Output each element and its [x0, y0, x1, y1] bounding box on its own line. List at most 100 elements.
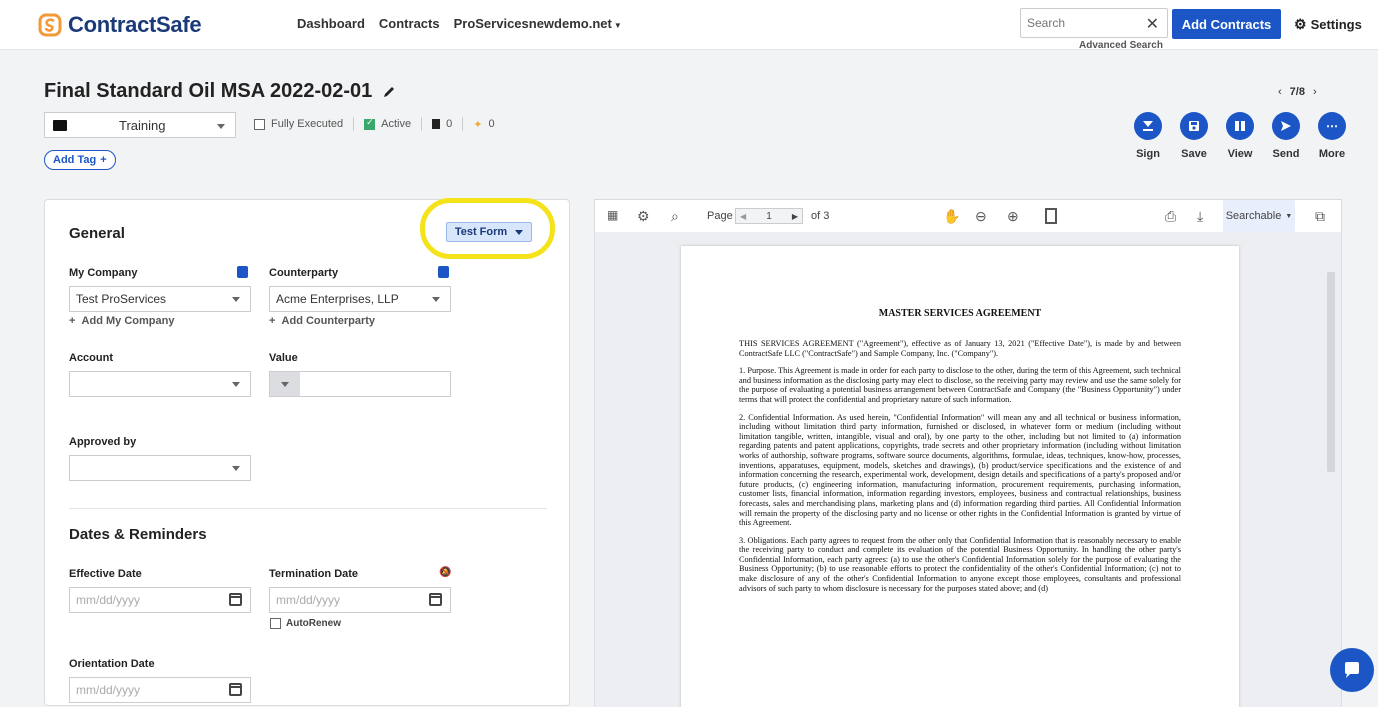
orientation-date-input[interactable]: mm/dd/yyyy [69, 677, 251, 703]
viewer-toolbar: ▦ ⚙ ⌕ Page ◀ 1 ▶ of 3 ✋ ⊖ ⊕ ⎙ ⤓ Searchab… [595, 200, 1341, 232]
nav-account-dropdown[interactable]: ProServicesnewdemo.net ▼ [454, 16, 622, 31]
calendar-icon[interactable] [429, 593, 442, 606]
page-total: of 3 [811, 210, 830, 222]
save-label: Save [1181, 148, 1207, 160]
account-label: Account [69, 352, 113, 364]
add-tag-label: Add Tag [53, 154, 97, 166]
currency-select[interactable] [270, 372, 300, 396]
chevron-down-icon: ▼ [1285, 212, 1293, 220]
document-canvas[interactable]: MASTER SERVICES AGREEMENT THIS SERVICES … [595, 232, 1341, 707]
folder-select[interactable]: Training [44, 112, 236, 138]
document-intro: THIS SERVICES AGREEMENT ("Agreement"), e… [739, 339, 1181, 358]
add-my-company-link[interactable]: + Add My Company [69, 315, 174, 327]
document-viewer: ▦ ⚙ ⌕ Page ◀ 1 ▶ of 3 ✋ ⊖ ⊕ ⎙ ⤓ Searchab… [594, 199, 1342, 707]
settings-label: Settings [1310, 17, 1362, 32]
pencil-icon[interactable] [382, 85, 396, 99]
chevron-down-icon [232, 466, 240, 471]
calendar-icon[interactable] [229, 683, 242, 696]
chevron-down-icon [281, 382, 289, 387]
zoom-in-icon[interactable]: ⊕ [1007, 208, 1019, 225]
counterparty-select[interactable]: Acme Enterprises, LLP [269, 286, 451, 312]
add-counterparty-label: Add Counterparty [281, 315, 376, 327]
document-page: MASTER SERVICES AGREEMENT THIS SERVICES … [681, 246, 1239, 707]
thumbnails-icon[interactable]: ▦ [607, 208, 618, 222]
contractsafe-logo[interactable]: ContractSafe [38, 10, 202, 40]
autorenew-checkbox[interactable] [270, 618, 281, 629]
send-label: Send [1272, 148, 1300, 160]
prev-contract-icon[interactable]: ‹ [1278, 86, 1282, 98]
termination-date-input[interactable]: mm/dd/yyyy [269, 587, 451, 613]
search-icon[interactable]: ⌕ [671, 208, 679, 225]
effective-date-input[interactable]: mm/dd/yyyy [69, 587, 251, 613]
print-icon[interactable]: ⎙ [1165, 208, 1176, 225]
pins-count: 0 [488, 118, 495, 130]
plus-icon: + [100, 154, 107, 166]
gear-icon[interactable]: ⚙ [637, 208, 650, 225]
more-button[interactable]: ⋯ More [1316, 112, 1348, 160]
download-icon[interactable]: ⤓ [1197, 208, 1203, 225]
more-label: More [1318, 148, 1346, 160]
zoom-out-icon[interactable]: ⊖ [975, 208, 987, 225]
autorenew-label: AutoRenew [286, 618, 341, 629]
value-field[interactable] [269, 371, 451, 397]
contract-form-panel: General My Company Test ProServices + Ad… [44, 199, 570, 706]
page-current-input[interactable]: 1 [766, 211, 772, 222]
fully-executed-checkbox[interactable] [254, 118, 265, 130]
contract-pager: ‹ 7/8 › [1278, 86, 1317, 98]
sign-label: Sign [1136, 148, 1160, 160]
advanced-search-link[interactable]: Advanced Search [1079, 40, 1163, 51]
divider [421, 117, 423, 131]
document-title: MASTER SERVICES AGREEMENT [878, 308, 1042, 319]
search-input[interactable] [1021, 9, 1131, 37]
settings-button[interactable]: ⚙ Settings [1294, 16, 1362, 33]
top-bar: ContractSafe Dashboard Contracts ProServ… [0, 0, 1378, 51]
approved-by-label: Approved by [69, 436, 137, 448]
folder-icon [53, 119, 67, 131]
pan-hand-icon[interactable]: ✋ [943, 208, 960, 225]
pager-count: 7/8 [1289, 86, 1305, 98]
contact-card-icon[interactable] [438, 266, 449, 278]
yellow-highlight-annotation [420, 198, 555, 259]
next-page-icon[interactable]: ▶ [792, 212, 798, 221]
close-icon[interactable]: ✕ [1146, 14, 1159, 34]
fit-page-icon[interactable] [1045, 208, 1057, 224]
document-paragraph-3: 3. Obligations. Each party agrees to req… [739, 535, 1181, 593]
account-select[interactable] [69, 371, 251, 397]
contact-card-icon[interactable] [237, 266, 248, 278]
termination-date-label: Termination Date [269, 568, 359, 580]
sign-button[interactable]: Sign [1132, 112, 1164, 160]
active-label: Active [381, 118, 412, 130]
page-navigator: ◀ 1 ▶ [735, 208, 803, 224]
my-company-value: Test ProServices [76, 292, 167, 306]
page-label: Page [707, 210, 733, 222]
chevron-down-icon [432, 297, 440, 302]
contract-title: Final Standard Oil MSA 2022-02-01 [44, 80, 373, 102]
searchable-mode-select[interactable]: Searchable ▼ [1223, 200, 1295, 232]
my-company-select[interactable]: Test ProServices [69, 286, 251, 312]
viewer-scrollbar[interactable] [1327, 272, 1335, 472]
dates-reminders-heading: Dates & Reminders [69, 526, 207, 543]
prev-page-icon[interactable]: ◀ [740, 212, 746, 221]
add-contracts-button[interactable]: Add Contracts [1172, 9, 1281, 39]
my-company-label: My Company [69, 267, 138, 279]
gear-icon: ⚙ [1294, 16, 1307, 32]
approved-by-select[interactable] [69, 455, 251, 481]
next-contract-icon[interactable]: › [1313, 86, 1317, 98]
logo-icon [38, 13, 62, 37]
contract-status-row: Fully Executed ✓ Active 0 ✦ 0 [254, 117, 495, 131]
calendar-icon[interactable] [229, 593, 242, 606]
send-button[interactable]: Send [1270, 112, 1302, 160]
open-external-icon[interactable]: ⧉ [1315, 208, 1325, 225]
view-button[interactable]: View [1224, 112, 1256, 160]
autorenew-row[interactable]: AutoRenew [270, 618, 341, 629]
add-counterparty-link[interactable]: + Add Counterparty [269, 315, 375, 327]
value-label: Value [269, 352, 298, 364]
active-checkbox[interactable]: ✓ [364, 117, 376, 130]
bell-off-icon[interactable]: 🔕 [439, 567, 451, 578]
save-button[interactable]: Save [1178, 112, 1210, 160]
nav-dashboard[interactable]: Dashboard [297, 16, 365, 31]
nav-contracts[interactable]: Contracts [379, 16, 440, 31]
chat-launcher-button[interactable] [1330, 648, 1374, 692]
general-heading: General [69, 225, 125, 242]
add-tag-button[interactable]: Add Tag + [44, 150, 116, 170]
